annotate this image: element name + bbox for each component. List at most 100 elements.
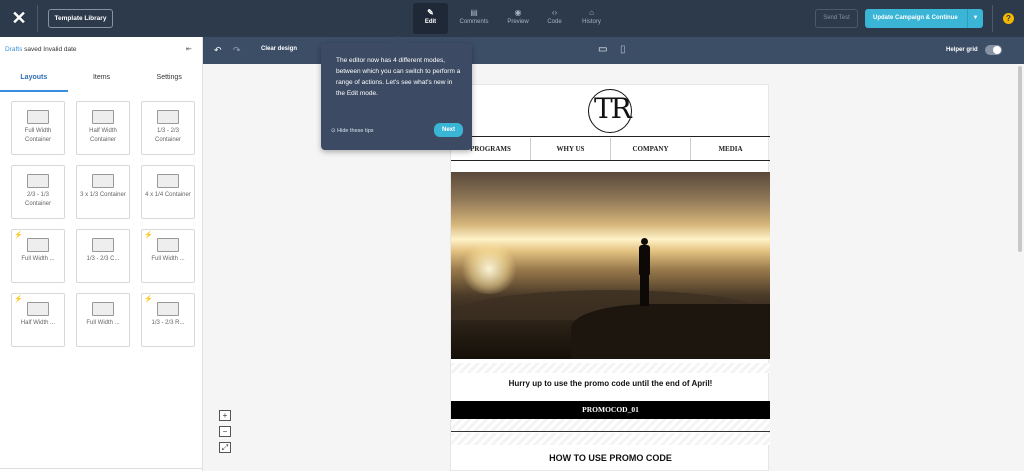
hiker-silhouette [638, 238, 650, 308]
layout-block[interactable]: Full Width ... [76, 293, 130, 347]
save-status: Drafts saved Invalid date [5, 46, 77, 53]
divider [451, 160, 770, 161]
tab-items[interactable]: Items [68, 64, 136, 92]
mode-label: History [582, 19, 601, 25]
tab-layouts[interactable]: Layouts [0, 64, 68, 92]
lightning-icon: ⚡ [14, 296, 23, 303]
layout-label: 1/3 - 2/3 C... [86, 256, 120, 262]
collapse-panel-icon[interactable]: ⇤ [186, 45, 192, 53]
mode-history[interactable]: ⌂ History [573, 3, 610, 34]
hiker-legs [640, 274, 649, 306]
mode-switcher: ✎ Edit ▤ Comments ◉ Preview ‹› Code ⌂ Hi… [413, 3, 610, 34]
helper-grid-toggle[interactable] [985, 45, 1002, 55]
stripe-spacer [451, 433, 770, 445]
layout-label: Half Width Container [89, 128, 117, 143]
layout-label: 3 x 1/3 Container [80, 192, 126, 198]
update-campaign-label: Update Campaign & Continue [873, 15, 958, 21]
mode-label: Comments [459, 19, 489, 25]
layout-block[interactable]: 3 x 1/3 Container [76, 165, 130, 219]
drafts-link[interactable]: Drafts [5, 46, 22, 53]
layout-block[interactable]: Full Width Container [11, 101, 65, 155]
code-icon: ‹› [551, 8, 558, 17]
promo-message[interactable]: Hurry up to use the promo code until the… [451, 379, 770, 388]
logo-text: TR [594, 92, 632, 125]
panel-tabs: Layouts Items Settings [0, 64, 203, 92]
divider [37, 5, 38, 32]
layout-block[interactable]: 2/3 - 1/3 Container [11, 165, 65, 219]
mode-edit[interactable]: ✎ Edit [413, 3, 448, 34]
helper-grid-label: Helper grid [946, 47, 978, 53]
nav-item-company[interactable]: COMPANY [611, 138, 691, 160]
next-button[interactable]: Next [434, 123, 463, 137]
history-icon: ⌂ [589, 8, 594, 17]
hide-tips-link[interactable]: ⊙ Hide these tips [331, 128, 374, 134]
layout-icon [92, 110, 114, 124]
hero-image[interactable] [451, 172, 770, 359]
mode-comments[interactable]: ▤ Comments [452, 3, 496, 34]
divider [451, 431, 770, 432]
chevron-down-icon[interactable]: ▼ [967, 9, 983, 28]
tab-settings[interactable]: Settings [135, 64, 203, 92]
layout-block[interactable]: ⚡ 1/3 - 2/3 R... [141, 293, 195, 347]
layout-icon [27, 110, 49, 124]
how-to-heading[interactable]: HOW TO USE PROMO CODE [451, 453, 770, 463]
divider [451, 136, 770, 137]
undo-icon[interactable]: ↶ [214, 45, 222, 56]
tooltip-text: The editor now has 4 different modes, be… [336, 57, 461, 97]
nav-item-media[interactable]: MEDIA [691, 138, 770, 160]
zoom-out-button[interactable]: − [219, 426, 231, 437]
fit-screen-button[interactable]: ⤢ [219, 442, 231, 453]
layout-icon [157, 302, 179, 316]
layout-block[interactable]: ⚡ Half Width ... [11, 293, 65, 347]
layout-block[interactable]: 1/3 - 2/3 C... [76, 229, 130, 283]
promo-code-bar[interactable]: PROMOCOD_01 [451, 401, 770, 419]
pencil-icon: ✎ [427, 8, 434, 17]
layout-icon [157, 174, 179, 188]
template-library-button[interactable]: Template Library [48, 9, 113, 28]
mode-preview[interactable]: ◉ Preview [500, 3, 536, 34]
layout-block[interactable]: ⚡ Full Width ... [141, 229, 195, 283]
lightning-icon: ⚡ [144, 296, 153, 303]
layout-label: Half Width ... [20, 320, 56, 326]
layout-icon [92, 238, 114, 252]
divider [992, 5, 993, 32]
layout-icon [157, 110, 179, 124]
clear-design-button[interactable]: Clear design [261, 46, 297, 52]
layout-label: Full Width ... [86, 320, 120, 326]
update-campaign-button[interactable]: Update Campaign & Continue ▼ [865, 9, 983, 28]
layout-icon [27, 238, 49, 252]
layout-label: 4 x 1/4 Container [145, 192, 191, 198]
email-preview: TR PROGRAMS WHY US COMPANY MEDIA Hurry u… [450, 84, 770, 471]
layout-block[interactable]: 4 x 1/4 Container [141, 165, 195, 219]
layout-icon [92, 302, 114, 316]
mode-label: Edit [424, 19, 437, 25]
canvas-scrollbar[interactable] [1018, 66, 1022, 252]
redo-icon[interactable]: ↷ [233, 45, 241, 56]
brand-logo[interactable]: TR [588, 89, 648, 133]
layout-label: 1/3 - 2/3 Container [154, 128, 181, 143]
layout-label: 1/3 - 2/3 R... [151, 320, 185, 326]
layout-block[interactable]: 1/3 - 2/3 Container [141, 101, 195, 155]
close-icon[interactable]: ✕ [9, 8, 29, 28]
left-panel: Drafts saved Invalid date ⇤ Layouts Item… [0, 37, 203, 471]
desktop-view-icon[interactable]: ▭ [598, 44, 607, 55]
send-test-button[interactable]: Send Test [815, 9, 858, 28]
comment-icon: ▤ [470, 8, 478, 17]
layout-block[interactable]: ⚡ Full Width ... [11, 229, 65, 283]
onboarding-tooltip: The editor now has 4 different modes, be… [321, 35, 472, 150]
lightning-icon: ⚡ [14, 232, 23, 239]
divider [0, 468, 203, 469]
mode-code[interactable]: ‹› Code [540, 3, 569, 34]
email-nav: PROGRAMS WHY US COMPANY MEDIA [451, 138, 770, 160]
layout-block[interactable]: Half Width Container [76, 101, 130, 155]
help-icon[interactable]: ? [1003, 13, 1014, 24]
sun-glow [459, 244, 519, 294]
layout-icon [27, 302, 49, 316]
nav-item-why-us[interactable]: WHY US [531, 138, 611, 160]
lightning-icon: ⚡ [144, 232, 153, 239]
zoom-in-button[interactable]: + [219, 410, 231, 421]
eye-icon: ◉ [514, 8, 522, 17]
layout-label: Full Width Container [24, 128, 52, 143]
mobile-view-icon[interactable]: ▯ [620, 44, 626, 55]
layout-grid: Full Width Container Half Width Containe… [11, 101, 196, 347]
